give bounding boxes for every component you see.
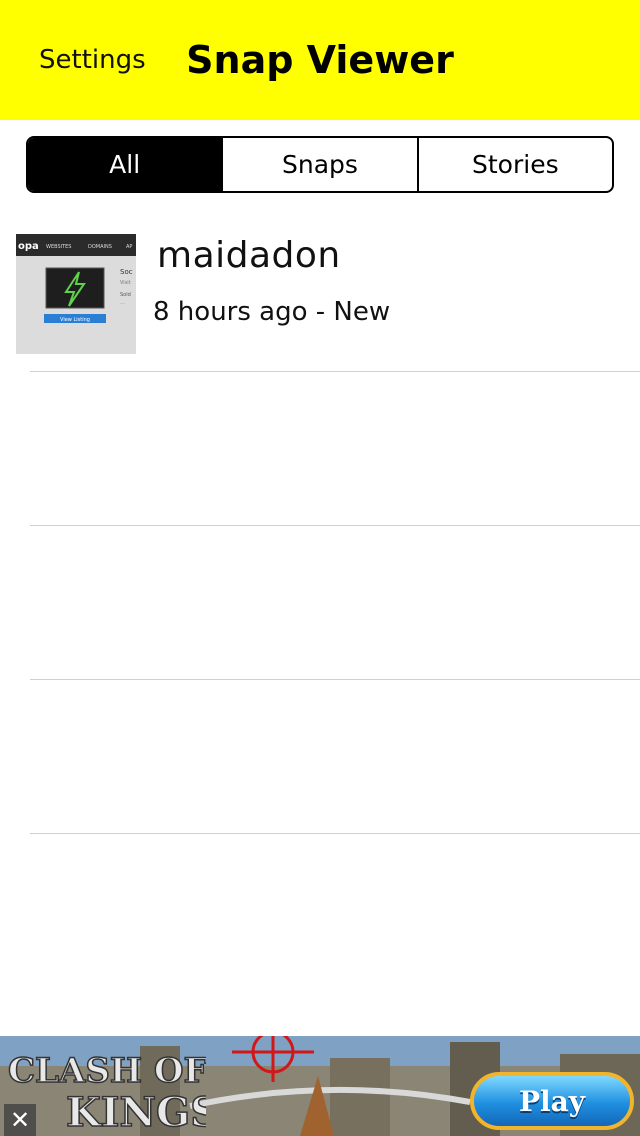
settings-button[interactable]: Settings (39, 40, 146, 80)
tab-snaps[interactable]: Snaps (221, 138, 416, 191)
thumbnail-side-1: Soc (120, 268, 133, 276)
thumbnail-nav-2: DOMAINS (88, 244, 112, 250)
close-icon[interactable]: ✕ (4, 1104, 36, 1136)
thumbnail-nav-3: AP (126, 244, 132, 250)
ad-play-button[interactable]: Play (470, 1072, 634, 1130)
svg-text:CLASH OF: CLASH OF (8, 1051, 206, 1091)
snap-row[interactable]: opa WEBSITES DOMAINS AP View Listing Soc… (0, 215, 640, 371)
row-separator (30, 833, 640, 834)
app-header: Settings Snap Viewer (0, 0, 640, 120)
snap-thumbnail: opa WEBSITES DOMAINS AP View Listing Soc… (16, 234, 136, 354)
snap-subtitle: 8 hours ago - New (153, 297, 391, 327)
tab-stories[interactable]: Stories (416, 138, 612, 191)
thumbnail-button: View Listing (60, 317, 90, 323)
svg-text:KINGS: KINGS (66, 1089, 206, 1136)
thumbnail-side-4: ... (120, 300, 125, 306)
thumbnail-brand: opa (18, 241, 39, 252)
ad-banner[interactable]: CLASH OF KINGS Play ✕ (0, 1036, 640, 1136)
thumbnail-side-3: Sold (120, 292, 131, 298)
row-separator (30, 679, 640, 680)
snap-thumbnail-image: opa WEBSITES DOMAINS AP View Listing Soc… (16, 234, 136, 354)
thumbnail-nav-1: WEBSITES (46, 244, 71, 250)
row-separator (30, 525, 640, 526)
ad-logo: CLASH OF KINGS (7, 1050, 206, 1136)
tab-all[interactable]: All (28, 138, 222, 191)
row-separator (30, 371, 640, 372)
snap-username: maidadon (157, 235, 341, 276)
thumbnail-side-2: Visit (120, 280, 131, 286)
filter-segmented-control: All Snaps Stories (26, 136, 614, 193)
